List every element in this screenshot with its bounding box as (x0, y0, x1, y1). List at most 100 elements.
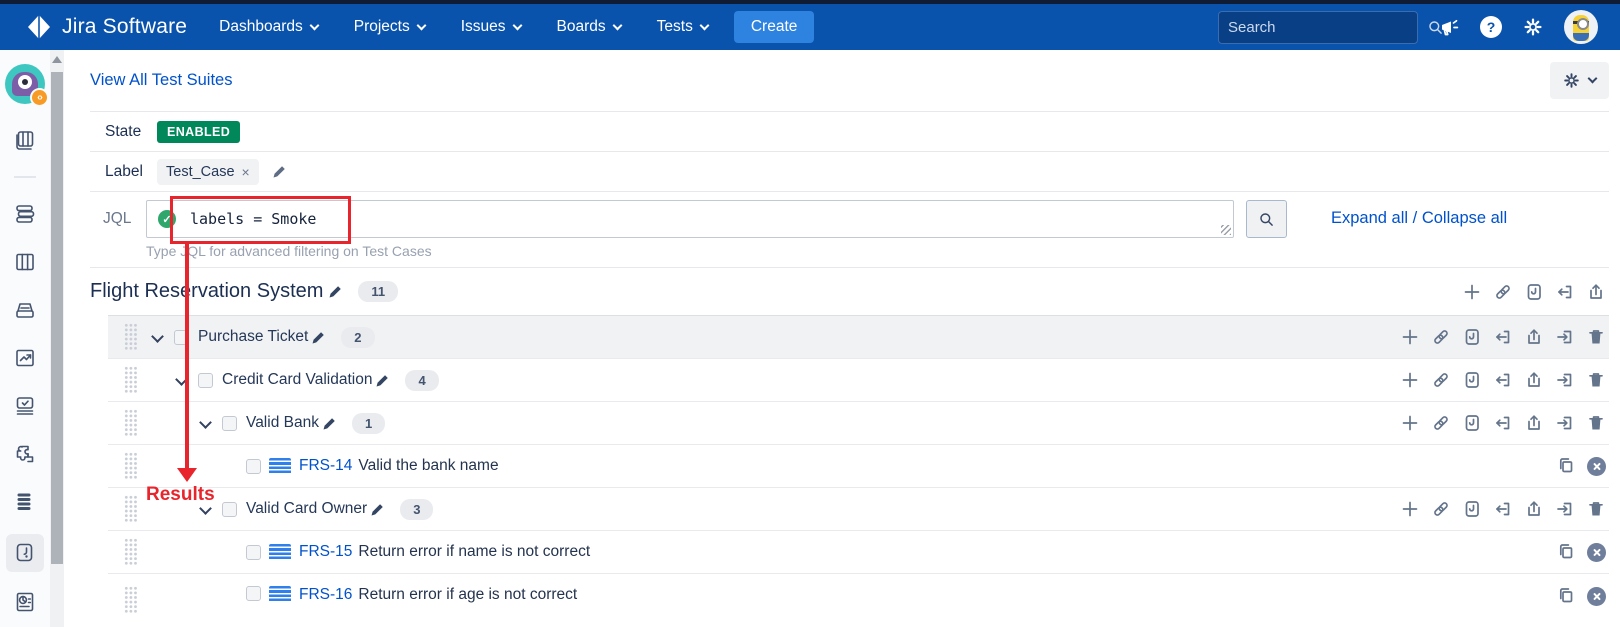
import-icon[interactable] (1493, 499, 1513, 519)
document-icon[interactable] (1524, 282, 1544, 302)
export-icon[interactable] (1524, 413, 1544, 433)
drag-handle-icon[interactable] (124, 495, 138, 523)
import-icon[interactable] (1555, 282, 1575, 302)
suite-settings-button[interactable] (1550, 62, 1609, 99)
drag-handle-icon[interactable] (124, 452, 138, 480)
resize-handle[interactable] (1221, 225, 1231, 235)
document-icon[interactable] (1462, 370, 1482, 390)
chart-icon[interactable] (13, 346, 37, 370)
document-icon[interactable] (1462, 327, 1482, 347)
drag-handle-icon[interactable] (124, 409, 138, 437)
jql-input[interactable]: labels = Smoke (146, 200, 1234, 238)
import-icon[interactable] (1493, 370, 1513, 390)
table-columns-icon[interactable] (13, 250, 37, 274)
stacked-layers-icon[interactable] (13, 202, 37, 226)
add-icon[interactable] (1400, 413, 1420, 433)
move-icon[interactable] (1555, 370, 1575, 390)
add-icon[interactable] (1462, 282, 1482, 302)
add-icon[interactable] (1400, 327, 1420, 347)
remove-label-icon[interactable] (242, 164, 250, 180)
row-checkbox[interactable] (174, 330, 189, 345)
test-executions-icon[interactable] (13, 394, 37, 418)
issue-key-link[interactable]: FRS-16 (299, 586, 352, 604)
row-checkbox[interactable] (222, 416, 237, 431)
collapse-chevron-icon[interactable] (172, 371, 190, 389)
puzzle-icon[interactable] (13, 442, 37, 466)
inbox-tray-icon[interactable] (13, 298, 37, 322)
row-checkbox[interactable] (246, 459, 261, 474)
row-checkbox[interactable] (246, 545, 261, 560)
collapse-chevron-icon[interactable] (196, 500, 214, 518)
export-icon[interactable] (1524, 327, 1544, 347)
trash-icon[interactable] (1586, 370, 1606, 390)
gear-icon[interactable] (1523, 17, 1543, 37)
trash-icon[interactable] (1586, 499, 1606, 519)
app-logo[interactable] (5, 64, 45, 104)
issue-key-link[interactable]: FRS-14 (299, 457, 352, 475)
row-checkbox[interactable] (246, 586, 261, 601)
document-icon[interactable] (1462, 413, 1482, 433)
edit-suite-button[interactable] (374, 372, 391, 389)
move-icon[interactable] (1555, 327, 1575, 347)
copy-icon[interactable] (1556, 456, 1576, 476)
remove-icon[interactable] (1587, 457, 1606, 476)
suite-row[interactable]: Purchase Ticket 2 (108, 315, 1609, 358)
test-case-row[interactable]: FRS-14 Valid the bank name (108, 444, 1609, 487)
add-icon[interactable] (1400, 499, 1420, 519)
edit-suite-button[interactable] (327, 283, 344, 300)
nav-dashboards[interactable]: Dashboards (219, 18, 318, 36)
scroll-up-arrow-icon[interactable] (52, 56, 62, 63)
edit-suite-button[interactable] (369, 501, 386, 518)
suite-row[interactable]: Credit Card Validation 4 (108, 358, 1609, 401)
link-icon[interactable] (1431, 499, 1451, 519)
test-case-row[interactable]: FRS-15 Return error if name is not corre… (108, 530, 1609, 573)
row-checkbox[interactable] (198, 373, 213, 388)
help-icon[interactable] (1480, 16, 1502, 38)
link-icon[interactable] (1431, 370, 1451, 390)
trash-icon[interactable] (1586, 413, 1606, 433)
collapse-all-link[interactable]: Collapse all (1422, 209, 1507, 227)
create-button[interactable]: Create (734, 11, 815, 43)
edit-suite-button[interactable] (310, 329, 327, 346)
copy-icon[interactable] (1556, 542, 1576, 562)
drag-handle-icon[interactable] (124, 323, 138, 351)
user-avatar[interactable] (1564, 10, 1598, 44)
view-all-test-suites-link[interactable]: View All Test Suites (90, 71, 232, 90)
issue-key-link[interactable]: FRS-15 (299, 543, 352, 561)
search-input[interactable] (1228, 19, 1427, 36)
boards-icon[interactable] (13, 128, 37, 152)
link-icon[interactable] (1431, 413, 1451, 433)
trash-icon[interactable] (1586, 327, 1606, 347)
document-icon[interactable] (1462, 499, 1482, 519)
drag-handle-icon[interactable] (124, 366, 138, 394)
drag-handle-icon[interactable] (124, 538, 138, 566)
expand-all-link[interactable]: Expand all (1331, 209, 1408, 227)
nav-issues[interactable]: Issues (461, 18, 521, 36)
jql-search-button[interactable] (1246, 200, 1287, 238)
global-search[interactable] (1218, 11, 1418, 44)
sidebar-scrollbar[interactable] (50, 50, 64, 627)
nav-boards[interactable]: Boards (557, 18, 621, 36)
export-icon[interactable] (1524, 370, 1544, 390)
suite-row[interactable]: Valid Bank 1 (108, 401, 1609, 444)
scrollbar-thumb[interactable] (51, 72, 63, 564)
test-suites-nav-selected[interactable] (6, 534, 44, 572)
link-icon[interactable] (1431, 327, 1451, 347)
edit-suite-button[interactable] (321, 415, 338, 432)
remove-icon[interactable] (1587, 587, 1606, 606)
import-icon[interactable] (1493, 413, 1513, 433)
export-icon[interactable] (1524, 499, 1544, 519)
link-icon[interactable] (1493, 282, 1513, 302)
megaphone-icon[interactable] (1439, 17, 1459, 37)
add-icon[interactable] (1400, 370, 1420, 390)
move-icon[interactable] (1555, 413, 1575, 433)
nav-tests[interactable]: Tests (657, 18, 708, 36)
export-icon[interactable] (1586, 282, 1606, 302)
import-icon[interactable] (1493, 327, 1513, 347)
nav-projects[interactable]: Projects (354, 18, 425, 36)
list-icon[interactable] (13, 490, 37, 514)
collapse-chevron-icon[interactable] (196, 414, 214, 432)
row-checkbox[interactable] (222, 502, 237, 517)
remove-icon[interactable] (1587, 543, 1606, 562)
drag-handle-icon[interactable] (124, 586, 138, 614)
